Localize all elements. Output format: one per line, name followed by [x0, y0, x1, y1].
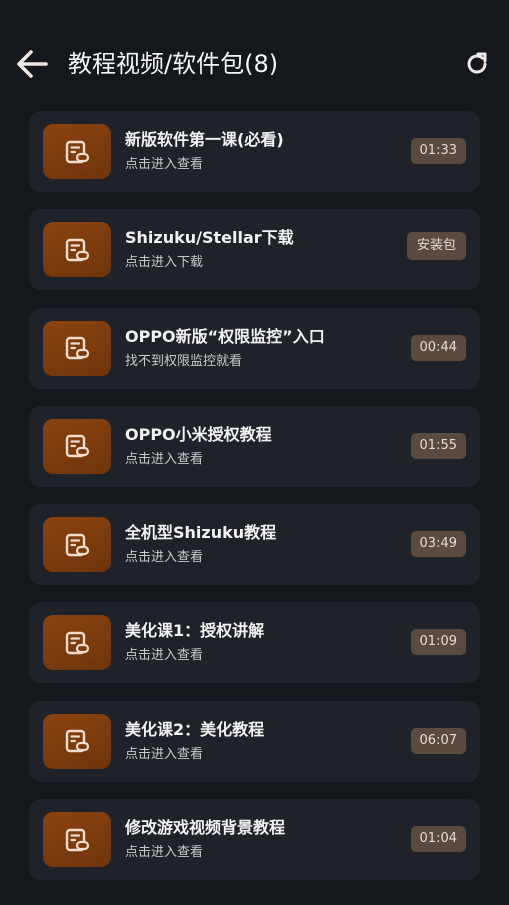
item-subtitle: 点击进入下载 [125, 255, 204, 271]
item-subtitle: 点击进入查看 [125, 451, 204, 467]
list-item[interactable]: 美化课2：美化教程 点击进入查看 06:07 [29, 700, 480, 782]
item-title: OPPO小米授权教程 [125, 424, 272, 444]
item-subtitle: 找不到权限监控就看 [125, 353, 243, 369]
page-title: 教程视频/软件包(8) [68, 50, 279, 78]
document-link-icon [43, 713, 111, 769]
duration-badge: 00:44 [410, 334, 466, 361]
item-title: 美化课1：授权讲解 [125, 621, 265, 641]
item-title: OPPO新版“权限监控”入口 [125, 326, 325, 346]
duration-badge: 06:07 [410, 727, 466, 754]
duration-badge: 03:49 [410, 531, 466, 558]
item-subtitle: 点击进入查看 [125, 550, 204, 566]
duration-badge: 01:09 [410, 629, 466, 656]
document-link-icon [43, 124, 111, 179]
list-item[interactable]: 全机型Shizuku教程 点击进入查看 03:49 [29, 504, 480, 586]
back-button[interactable] [12, 44, 52, 84]
list-item[interactable]: 美化课1：授权讲解 点击进入查看 01:09 [29, 602, 480, 684]
document-link-icon [43, 320, 111, 376]
duration-badge: 01:55 [410, 432, 466, 459]
refresh-button[interactable] [460, 47, 494, 81]
document-link-icon [43, 812, 111, 868]
item-title: 修改游戏视频背景教程 [125, 818, 286, 838]
item-subtitle: 点击进入查看 [125, 648, 204, 664]
item-subtitle: 点击进入查看 [125, 157, 204, 172]
item-subtitle: 点击进入查看 [125, 845, 204, 861]
package-badge: 安装包 [406, 232, 466, 261]
document-link-icon [43, 615, 111, 671]
document-link-icon [43, 222, 111, 278]
item-subtitle: 点击进入查看 [125, 746, 204, 762]
list-item[interactable]: 新版软件第一课(必看) 点击进入查看 01:33 [29, 111, 480, 192]
tutorial-list: 新版软件第一课(必看) 点击进入查看 01:33 Shizuku/Stellar… [29, 111, 480, 897]
refresh-icon [467, 52, 487, 74]
list-item[interactable]: OPPO小米授权教程 点击进入查看 01:55 [29, 405, 480, 487]
document-link-icon [43, 517, 111, 573]
item-title: 新版软件第一课(必看) [125, 130, 284, 149]
list-item[interactable]: 修改游戏视频背景教程 点击进入查看 01:04 [29, 799, 480, 881]
list-item[interactable]: OPPO新版“权限监控”入口 找不到权限监控就看 00:44 [29, 307, 480, 389]
item-title: 全机型Shizuku教程 [125, 523, 277, 543]
arrow-left-icon [17, 50, 48, 78]
item-title: Shizuku/Stellar下载 [125, 228, 294, 248]
duration-badge: 01:04 [410, 826, 466, 853]
list-item[interactable]: Shizuku/Stellar下载 点击进入下载 安装包 [29, 209, 480, 291]
document-link-icon [43, 418, 111, 474]
item-title: 美化课2：美化教程 [125, 719, 265, 739]
duration-badge: 01:33 [410, 138, 466, 164]
